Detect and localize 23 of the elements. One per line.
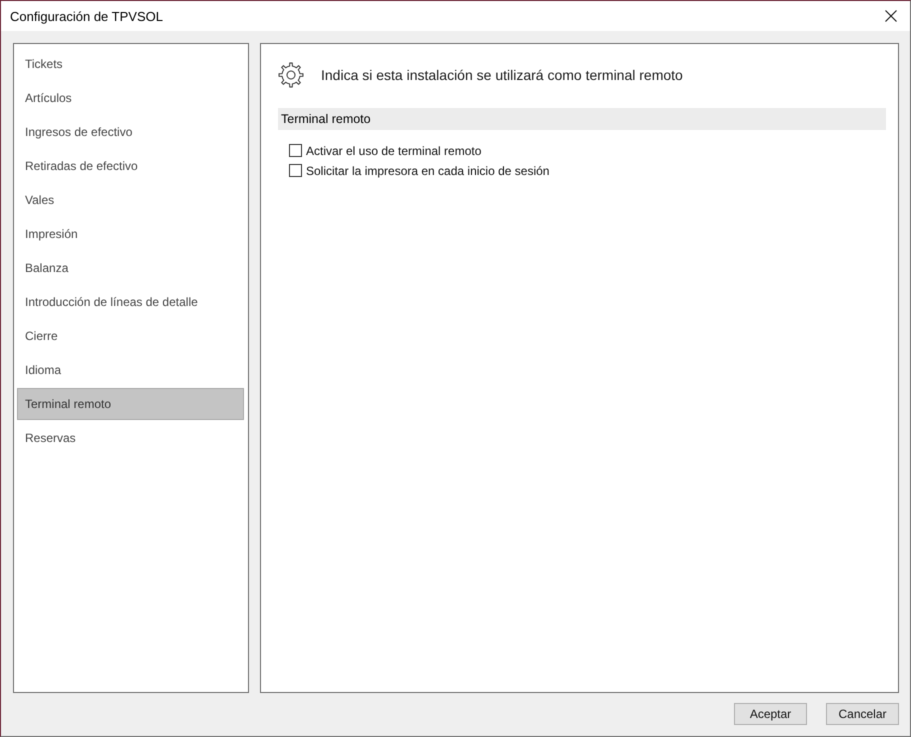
- checkbox-label: Solicitar la impresora en cada inicio de sesión: [306, 164, 550, 178]
- sidebar-item[interactable]: Artículos: [17, 82, 244, 114]
- window-title: Configuración de TPVSOL: [10, 8, 163, 24]
- cancel-button[interactable]: Cancelar: [826, 703, 899, 725]
- accept-button[interactable]: Aceptar: [734, 703, 807, 725]
- close-icon: [885, 10, 897, 22]
- sidebar-item[interactable]: Terminal remoto: [17, 388, 244, 420]
- sidebar-item[interactable]: Ingresos de efectivo: [17, 116, 244, 148]
- page-heading: Indica si esta instalación se utilizará como terminal remoto: [321, 67, 683, 83]
- checkbox[interactable]: [289, 144, 302, 157]
- checkbox[interactable]: [289, 164, 302, 177]
- settings-icon: [278, 62, 304, 88]
- sidebar-item[interactable]: Retiradas de efectivo: [17, 150, 244, 182]
- sidebar-item[interactable]: Vales: [17, 184, 244, 216]
- sidebar-item[interactable]: Impresión: [17, 218, 244, 250]
- sidebar-item[interactable]: Tickets: [17, 48, 244, 80]
- sidebar-item[interactable]: Introducción de líneas de detalle: [17, 286, 244, 318]
- sidebar-item[interactable]: Balanza: [17, 252, 244, 284]
- sidebar-item[interactable]: Idioma: [17, 354, 244, 386]
- sidebar-item[interactable]: Cierre: [17, 320, 244, 352]
- sidebar-item[interactable]: Reservas: [17, 422, 244, 454]
- section-header: Terminal remoto: [278, 108, 886, 130]
- checkbox-label: Activar el uso de terminal remoto: [306, 144, 482, 158]
